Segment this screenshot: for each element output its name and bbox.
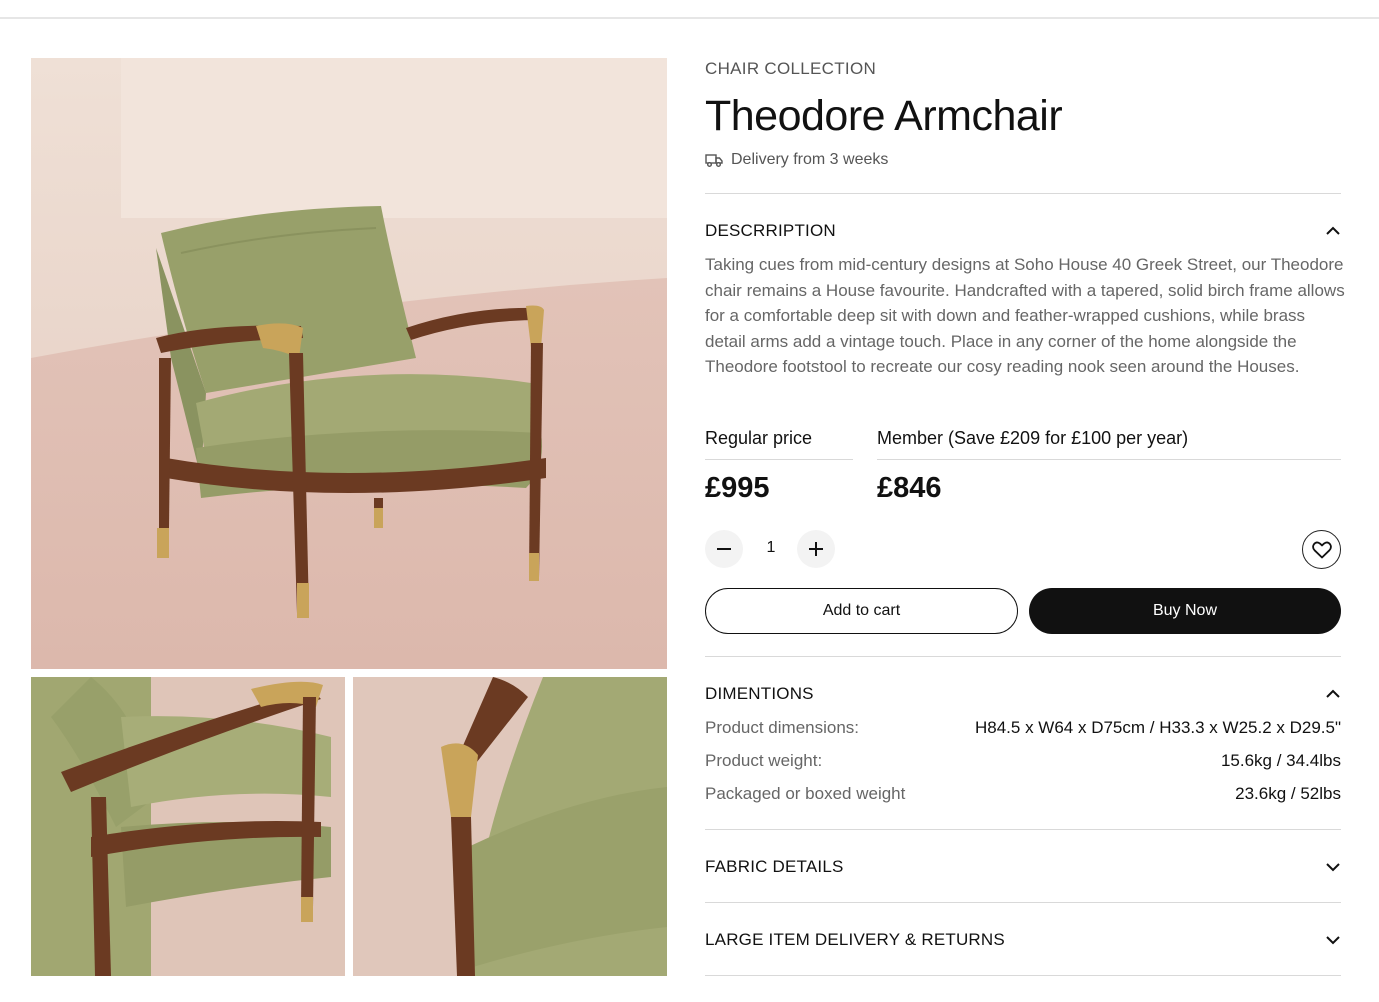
quantity-increase-button[interactable] xyxy=(797,530,835,568)
quantity-value[interactable]: 1 xyxy=(763,539,779,557)
dimension-row: Product weight: 15.6kg / 34.4lbs xyxy=(705,751,1341,771)
dimension-label: Product dimensions: xyxy=(705,718,860,737)
dimension-value: 23.6kg / 52lbs xyxy=(1235,784,1341,803)
dimension-label: Packaged or boxed weight xyxy=(705,784,906,803)
description-accordion-header[interactable]: DESCRRIPTION xyxy=(705,218,1341,244)
product-title: Theodore Armchair xyxy=(705,92,1063,140)
regular-price-label: Regular price xyxy=(705,428,853,460)
chevron-down-icon[interactable] xyxy=(1325,859,1341,875)
dimension-value: H84.5 x W64 x D75cm / H33.3 x W25.2 x D2… xyxy=(974,718,1341,737)
member-price: £846 xyxy=(877,472,942,504)
fabric-details-heading: FABRIC DETAILS xyxy=(705,857,844,876)
divider xyxy=(705,902,1341,903)
fabric-details-accordion-header[interactable]: FABRIC DETAILS xyxy=(705,854,1341,880)
divider xyxy=(705,656,1341,657)
description-text: Taking cues from mid-century designs at … xyxy=(705,255,1345,377)
truck-icon xyxy=(705,154,723,167)
minus-icon xyxy=(717,548,731,550)
description-heading: DESCRRIPTION xyxy=(705,221,836,240)
buy-now-button[interactable]: Buy Now xyxy=(1029,588,1341,634)
wishlist-button[interactable] xyxy=(1302,530,1341,569)
top-bar xyxy=(0,0,1379,19)
dimension-value: 15.6kg / 34.4lbs xyxy=(1220,751,1341,770)
heart-icon xyxy=(1311,541,1332,558)
product-thumbnail-arm[interactable] xyxy=(31,677,345,976)
add-to-cart-button[interactable]: Add to cart xyxy=(705,588,1018,634)
dimension-row: Packaged or boxed weight 23.6kg / 52lbs xyxy=(705,784,1341,804)
divider xyxy=(705,829,1341,830)
divider xyxy=(705,975,1341,976)
collection-label: CHAIR COLLECTION xyxy=(705,59,877,78)
delivery-info: Delivery from 3 weeks xyxy=(705,151,888,169)
product-main-image[interactable] xyxy=(31,58,667,669)
delivery-returns-accordion-header[interactable]: LARGE ITEM DELIVERY & RETURNS xyxy=(705,927,1341,953)
dimensions-heading: DIMENTIONS xyxy=(705,684,814,703)
divider xyxy=(705,193,1341,194)
chevron-down-icon[interactable] xyxy=(1325,932,1341,948)
dimensions-accordion-header[interactable]: DIMENTIONS xyxy=(705,681,1341,707)
delivery-returns-heading: LARGE ITEM DELIVERY & RETURNS xyxy=(705,930,1005,949)
plus-icon xyxy=(809,542,823,556)
regular-price: £995 xyxy=(705,472,770,504)
delivery-text: Delivery from 3 weeks xyxy=(731,151,889,168)
chevron-up-icon[interactable] xyxy=(1325,223,1341,239)
dimension-label: Product weight: xyxy=(705,751,823,770)
chevron-up-icon[interactable] xyxy=(1325,686,1341,702)
product-thumbnail-detail[interactable] xyxy=(353,677,667,976)
quantity-decrease-button[interactable] xyxy=(705,530,743,568)
dimension-row: Product dimensions: H84.5 x W64 x D75cm … xyxy=(705,718,1341,738)
member-price-label: Member (Save £209 for £100 per year) xyxy=(877,428,1341,460)
